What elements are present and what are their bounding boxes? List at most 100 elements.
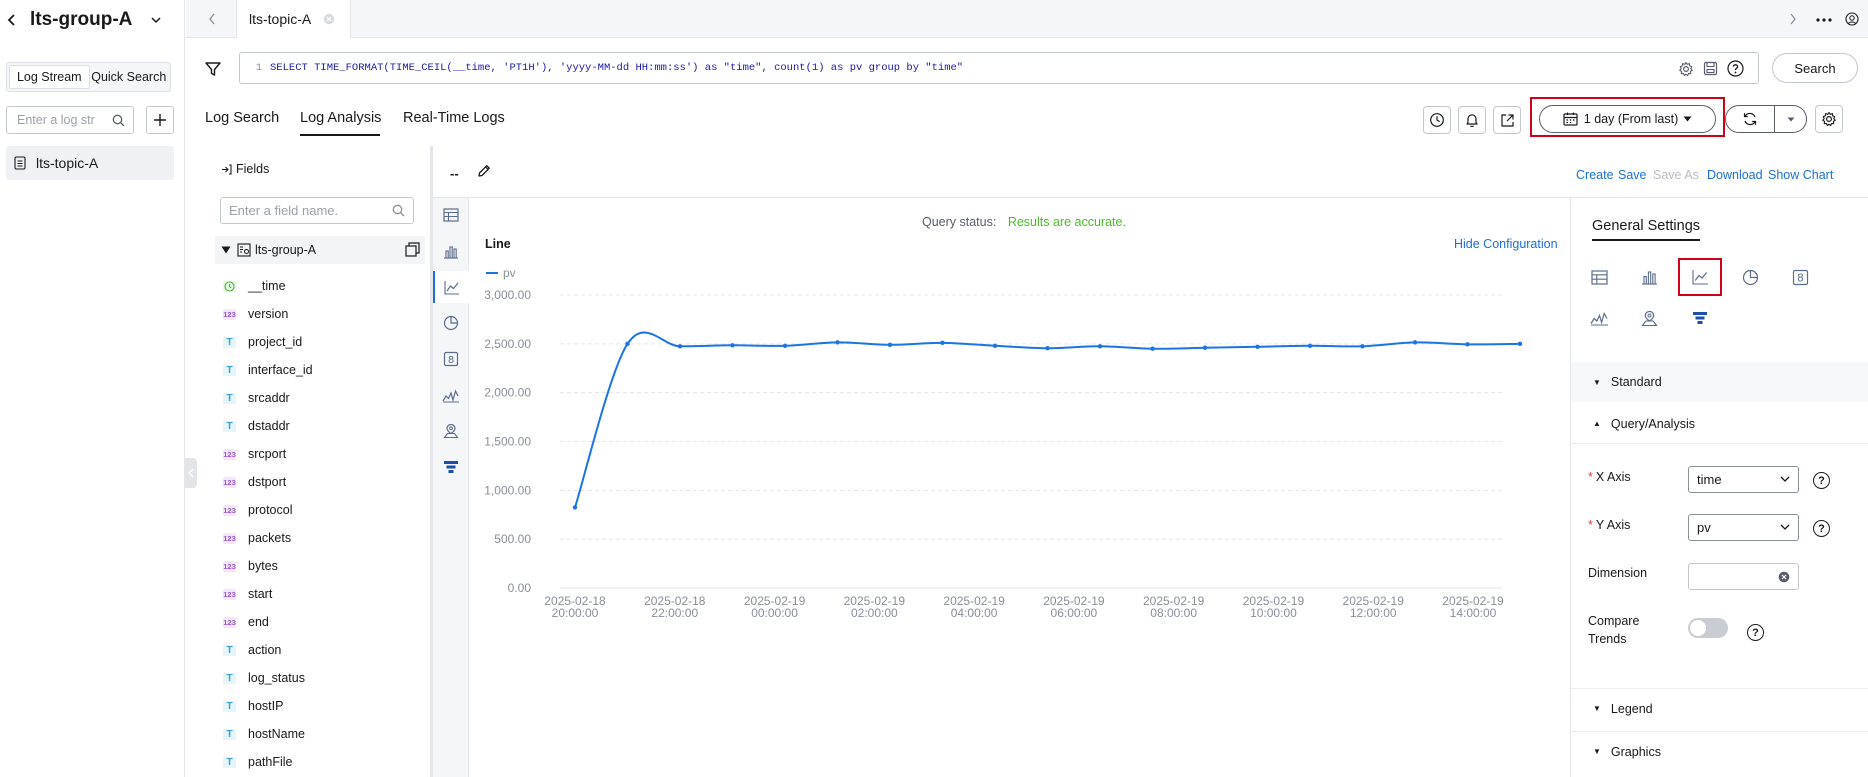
data-point <box>1255 344 1260 349</box>
field-item-log-status[interactable]: Tlog_status <box>223 668 305 688</box>
field-item---time[interactable]: __time <box>223 276 286 296</box>
field-group-row[interactable]: lts-group-A <box>215 236 425 264</box>
x-axis-help-icon[interactable]: ? <box>1813 472 1830 489</box>
strip-number-chart-icon[interactable]: 8 <box>433 343 469 375</box>
type-bar-chart-icon[interactable] <box>1629 259 1669 295</box>
analysis-settings-button[interactable] <box>1815 105 1843 133</box>
history-button[interactable] <box>1423 106 1451 134</box>
query-settings-icon[interactable] <box>1678 61 1694 77</box>
compare-trends-help-icon[interactable]: ? <box>1747 624 1764 641</box>
query-editor[interactable]: 1 SELECT TIME_FORMAT(TIME_CEIL(__time, '… <box>239 52 1759 84</box>
clear-circle-icon[interactable] <box>1778 571 1790 583</box>
field-item-pathfile[interactable]: TpathFile <box>223 752 292 772</box>
tab-log-analysis[interactable]: Log Analysis <box>300 110 381 126</box>
chevron-left-icon <box>188 468 194 478</box>
strip-map-icon[interactable] <box>433 415 469 447</box>
show-chart-link[interactable]: Show Chart <box>1768 168 1833 182</box>
refresh-interval-dropdown[interactable] <box>1775 105 1807 133</box>
add-stream-button[interactable] <box>146 106 174 134</box>
group-switch-chevron-icon[interactable] <box>150 16 162 24</box>
tab-real-time-logs[interactable]: Real-Time Logs <box>403 110 505 126</box>
data-point <box>1517 341 1523 347</box>
field-item-srcport[interactable]: 123 srcport <box>223 444 286 464</box>
section-legend[interactable]: ▼ Legend <box>1571 688 1868 728</box>
field-item-hostip[interactable]: ThostIP <box>223 696 283 716</box>
strip-table-icon[interactable] <box>433 199 469 231</box>
more-icon[interactable] <box>1816 18 1832 22</box>
search-button[interactable]: Search <box>1772 53 1858 83</box>
strip-digital-line-icon[interactable] <box>433 379 469 411</box>
section-query-analysis[interactable]: ▲ Query/Analysis <box>1571 404 1868 444</box>
tab-quick-search[interactable]: Quick Search <box>90 65 169 89</box>
strip-pie-chart-icon[interactable] <box>433 307 469 339</box>
section-standard[interactable]: ▼ Standard <box>1571 362 1868 402</box>
query-text[interactable]: SELECT TIME_FORMAT(TIME_CEIL(__time, 'PT… <box>270 62 963 74</box>
back-chevron-icon[interactable] <box>6 13 18 27</box>
download-link[interactable]: Download <box>1707 168 1763 182</box>
edit-pencil-icon[interactable] <box>477 164 491 178</box>
y-tick-label: 0.00 <box>508 581 532 595</box>
field-item-interface-id[interactable]: Tinterface_id <box>223 360 313 380</box>
x-axis-label: * X Axis <box>1588 470 1631 484</box>
tab-scroll-left-icon[interactable] <box>208 12 216 26</box>
field-item-version[interactable]: 123 version <box>223 304 288 324</box>
compare-trends-toggle[interactable] <box>1688 618 1728 638</box>
type-digital-line-icon[interactable] <box>1579 300 1619 336</box>
type-number-chart-icon[interactable]: 8 <box>1780 259 1820 295</box>
tab-log-search[interactable]: Log Search <box>205 110 279 126</box>
alarm-button[interactable] <box>1458 106 1486 134</box>
tab-scroll-right-icon[interactable] <box>1789 12 1797 26</box>
search-icon[interactable] <box>392 204 405 217</box>
x-axis-select[interactable]: time <box>1688 466 1799 493</box>
dimension-select[interactable] <box>1688 563 1799 590</box>
collapse-sidebar-handle[interactable] <box>185 458 197 488</box>
type-table-icon[interactable] <box>1579 259 1619 295</box>
field-item-packets[interactable]: 123 packets <box>223 528 291 548</box>
field-item-srcaddr[interactable]: Tsrcaddr <box>223 388 290 408</box>
close-tab-icon[interactable] <box>323 13 335 25</box>
settings-title[interactable]: General Settings <box>1592 218 1701 241</box>
chart-type-strip: 8 <box>433 198 469 777</box>
type-funnel-icon[interactable] <box>1680 300 1720 336</box>
query-help-icon[interactable] <box>1727 60 1744 77</box>
stream-item-lts-topic-a[interactable]: lts-topic-A <box>6 146 174 180</box>
field-item-end[interactable]: 123 end <box>223 612 269 632</box>
field-name: action <box>248 643 282 657</box>
y-axis-select[interactable]: pv <box>1688 514 1799 541</box>
save-link[interactable]: Save <box>1618 168 1647 182</box>
strip-funnel-icon[interactable] <box>433 451 469 483</box>
number-field-icon: 123 <box>223 560 236 572</box>
field-item-bytes[interactable]: 123 bytes <box>223 556 278 576</box>
type-line-chart-icon[interactable] <box>1680 259 1720 295</box>
type-map-icon[interactable] <box>1629 300 1669 336</box>
search-icon[interactable] <box>112 114 125 127</box>
type-pie-chart-icon[interactable] <box>1730 259 1770 295</box>
share-button[interactable] <box>1493 106 1521 134</box>
field-item-hostname[interactable]: ThostName <box>223 724 305 744</box>
field-search-input[interactable] <box>229 198 389 223</box>
time-range-picker[interactable]: 1 day (From last) <box>1539 105 1716 133</box>
number-field-icon: 123 <box>223 448 236 460</box>
field-item-project-id[interactable]: Tproject_id <box>223 332 302 352</box>
strip-line-chart-icon[interactable] <box>433 271 469 303</box>
field-name: dstport <box>248 475 287 489</box>
field-item-dstaddr[interactable]: Tdstaddr <box>223 416 290 436</box>
stream-search-input[interactable] <box>17 107 117 133</box>
create-link[interactable]: Create <box>1576 168 1614 182</box>
strip-bar-chart-icon[interactable] <box>433 235 469 267</box>
field-item-dstport[interactable]: 123 dstport <box>223 472 286 492</box>
caret-down-icon[interactable] <box>221 246 231 254</box>
section-graphics[interactable]: ▼ Graphics <box>1571 731 1868 771</box>
field-item-start[interactable]: 123 start <box>223 584 272 604</box>
y-axis-help-icon[interactable]: ? <box>1813 520 1830 537</box>
refresh-button[interactable] <box>1725 105 1775 133</box>
field-item-protocol[interactable]: 123 protocol <box>223 500 292 520</box>
tab-lts-topic-a[interactable]: lts-topic-A <box>236 0 351 38</box>
save-query-icon[interactable] <box>1703 61 1718 76</box>
copy-icon[interactable] <box>405 242 420 257</box>
filter-icon[interactable] <box>205 62 221 76</box>
user-icon[interactable] <box>1845 12 1859 26</box>
tab-log-stream[interactable]: Log Stream <box>9 65 90 89</box>
field-item-action[interactable]: Taction <box>223 640 281 660</box>
number-field-icon: 123 <box>223 308 236 320</box>
